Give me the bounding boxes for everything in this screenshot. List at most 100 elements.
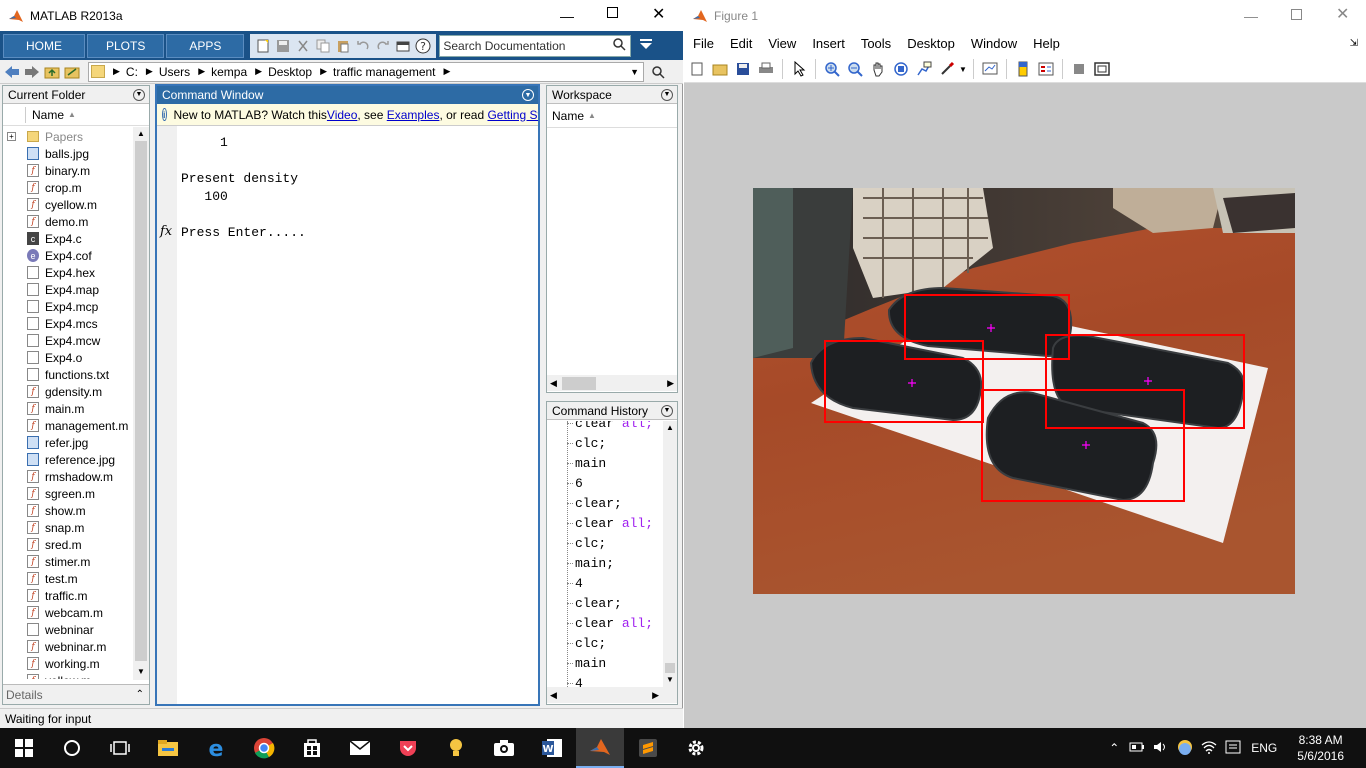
task-view-icon[interactable] xyxy=(96,728,144,768)
history-item[interactable]: clc; xyxy=(547,633,663,653)
mail-icon[interactable] xyxy=(336,728,384,768)
edge-icon[interactable]: e xyxy=(192,728,240,768)
history-item[interactable]: clc; xyxy=(547,533,663,553)
folder-item[interactable]: f webcam.m xyxy=(3,604,149,621)
history-scrollbar[interactable]: ▲ ▼ xyxy=(663,421,677,687)
name-column[interactable]: Name xyxy=(552,109,584,123)
camera-icon[interactable] xyxy=(480,728,528,768)
search-icon[interactable] xyxy=(612,37,630,54)
search-folder-icon[interactable] xyxy=(648,62,668,82)
folder-item[interactable]: Exp4.mcp xyxy=(3,298,149,315)
pocket-icon[interactable] xyxy=(384,728,432,768)
folder-item[interactable]: Exp4.hex xyxy=(3,264,149,281)
back-icon[interactable] xyxy=(2,62,22,82)
zoom-in-icon[interactable] xyxy=(822,59,842,79)
store-icon[interactable] xyxy=(288,728,336,768)
menu-file[interactable]: File xyxy=(685,36,722,51)
close-button[interactable]: ✕ xyxy=(652,4,665,24)
function-browser-icon[interactable]: fx xyxy=(160,224,172,239)
maximize-button[interactable] xyxy=(1291,9,1302,20)
menu-view[interactable]: View xyxy=(760,36,804,51)
folder-scrollbar[interactable]: ▲ ▼ xyxy=(133,127,149,680)
history-item[interactable]: clear all; xyxy=(547,513,663,533)
save-icon[interactable] xyxy=(273,36,293,56)
windows-start-icon[interactable] xyxy=(0,728,48,768)
undo-icon[interactable] xyxy=(353,36,373,56)
help-icon[interactable]: ? xyxy=(413,36,433,56)
battery-icon[interactable] xyxy=(1129,741,1145,756)
scroll-left-icon[interactable]: ◀ xyxy=(550,690,557,701)
folder-item[interactable]: balls.jpg xyxy=(3,145,149,162)
link-plot-icon[interactable] xyxy=(980,59,1000,79)
folder-item[interactable]: f working.m xyxy=(3,655,149,672)
colorbar-icon[interactable] xyxy=(1013,59,1033,79)
figure-axes[interactable] xyxy=(753,188,1295,594)
command-output[interactable]: 1 Present density 100 Press Enter..... xyxy=(181,134,536,242)
folder-item[interactable]: Exp4.o xyxy=(3,349,149,366)
menu-insert[interactable]: Insert xyxy=(804,36,853,51)
close-button[interactable]: ✕ xyxy=(1336,4,1349,24)
name-column[interactable]: Name xyxy=(32,108,64,122)
scroll-thumb[interactable] xyxy=(561,376,596,390)
scroll-right-icon[interactable]: ▶ xyxy=(667,378,674,389)
folder-item[interactable]: f stimer.m xyxy=(3,553,149,570)
folder-item[interactable]: f yellow.m xyxy=(3,672,149,679)
zoom-out-icon[interactable] xyxy=(845,59,865,79)
rotate-3d-icon[interactable] xyxy=(891,59,911,79)
folder-item[interactable]: f show.m xyxy=(3,502,149,519)
menu-window[interactable]: Window xyxy=(963,36,1025,51)
menu-tools[interactable]: Tools xyxy=(853,36,899,51)
weather-icon[interactable] xyxy=(1177,739,1193,758)
path-segment[interactable]: Users xyxy=(159,65,190,79)
maximize-button[interactable] xyxy=(607,7,618,18)
sublime-icon[interactable] xyxy=(624,728,672,768)
path-segment[interactable]: C: xyxy=(126,65,138,79)
chevron-up-icon[interactable]: ⌃ xyxy=(136,689,144,700)
scroll-right-icon[interactable]: ▶ xyxy=(652,690,659,701)
folder-item[interactable]: c Exp4.c xyxy=(3,230,149,247)
browse-folder-icon[interactable] xyxy=(62,62,82,82)
brush-dropdown-icon[interactable]: ▼ xyxy=(959,65,967,74)
path-dropdown-icon[interactable]: ▼ xyxy=(630,67,639,77)
dock-arrow-icon[interactable]: ⇲ xyxy=(1350,38,1358,49)
cortana-search-icon[interactable] xyxy=(48,728,96,768)
getting-started-link[interactable]: Getting St xyxy=(487,108,538,122)
tips-icon[interactable] xyxy=(432,728,480,768)
redo-icon[interactable] xyxy=(373,36,393,56)
history-item[interactable]: main xyxy=(547,453,663,473)
folder-item[interactable]: e Exp4.cof xyxy=(3,247,149,264)
open-file-icon[interactable] xyxy=(710,59,730,79)
folder-item[interactable]: Exp4.mcs xyxy=(3,315,149,332)
language-indicator[interactable]: ENG xyxy=(1251,741,1277,755)
settings-icon[interactable] xyxy=(672,728,720,768)
new-icon[interactable] xyxy=(253,36,273,56)
tab-apps[interactable]: APPS xyxy=(166,33,245,58)
speaker-icon[interactable] xyxy=(1153,740,1169,757)
history-item[interactable]: main xyxy=(547,653,663,673)
column-header[interactable]: Name ▲ xyxy=(547,104,677,128)
toolstrip-menu-icon[interactable] xyxy=(639,37,653,54)
column-header[interactable]: Name ▲ xyxy=(3,104,149,126)
folder-item[interactable]: f traffic.m xyxy=(3,587,149,604)
examples-link[interactable]: Examples xyxy=(387,108,440,122)
chevron-up-icon[interactable]: ⌃ xyxy=(1109,741,1119,755)
search-box[interactable]: Search Documentation xyxy=(439,34,632,57)
folder-item[interactable]: Exp4.map xyxy=(3,281,149,298)
legend-icon[interactable] xyxy=(1036,59,1056,79)
scroll-up-icon[interactable]: ▲ xyxy=(666,423,674,432)
new-figure-icon[interactable] xyxy=(687,59,707,79)
pane-menu-icon[interactable]: ▼ xyxy=(133,88,145,101)
path-bar[interactable]: ▶ C: ▶ Users ▶ kempa ▶ Desktop ▶ traffic… xyxy=(88,61,644,82)
paste-icon[interactable] xyxy=(333,36,353,56)
copy-icon[interactable] xyxy=(313,36,333,56)
history-item[interactable]: 6 xyxy=(547,473,663,493)
scroll-up-icon[interactable]: ▲ xyxy=(137,129,145,138)
pan-icon[interactable] xyxy=(868,59,888,79)
folder-item[interactable]: f binary.m xyxy=(3,162,149,179)
path-segment[interactable]: Desktop xyxy=(268,65,312,79)
hide-plot-tools-icon[interactable] xyxy=(1069,59,1089,79)
history-item[interactable]: 4 xyxy=(547,573,663,593)
scroll-thumb[interactable] xyxy=(135,141,147,661)
folder-item[interactable]: f crop.m xyxy=(3,179,149,196)
action-center-icon[interactable] xyxy=(1225,740,1241,757)
